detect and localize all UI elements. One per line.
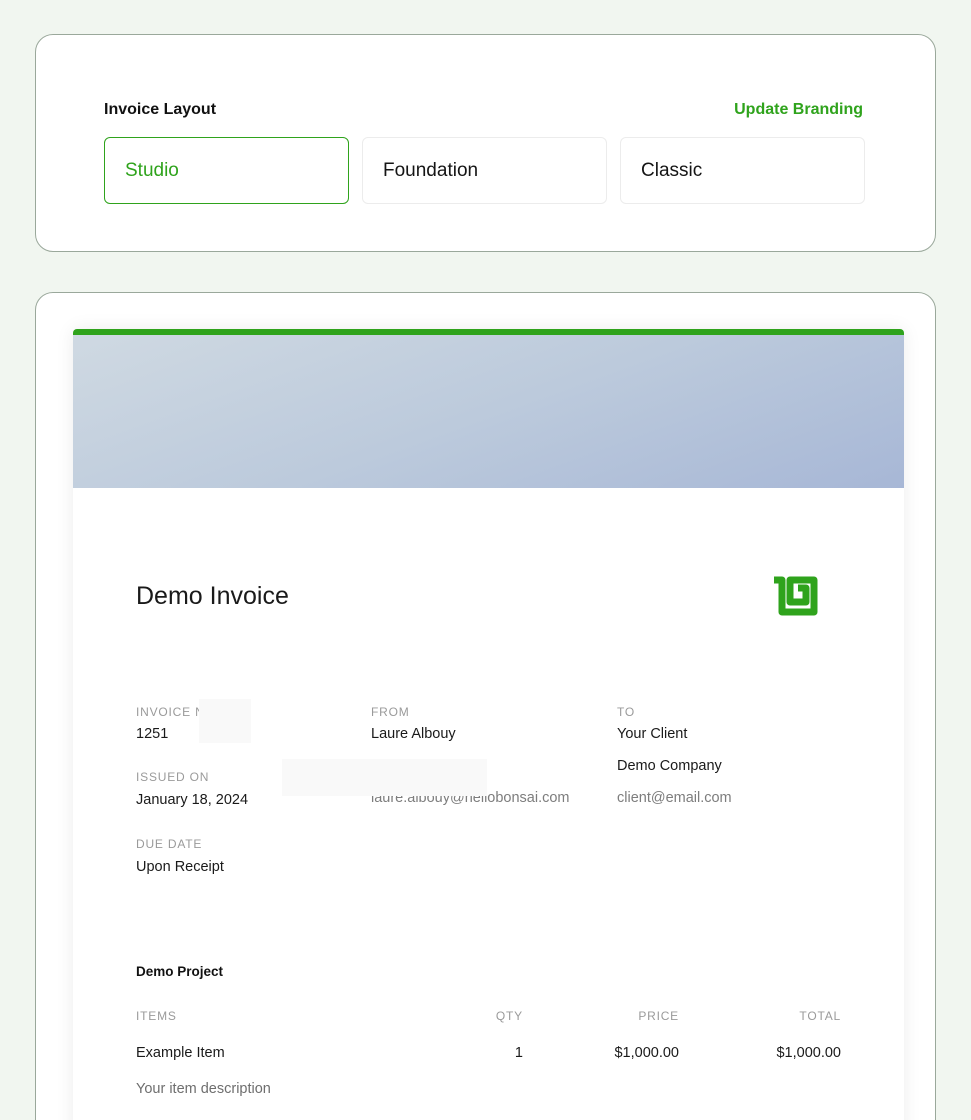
table-header-items: ITEMS [136, 1009, 177, 1023]
to-company: Demo Company [617, 758, 722, 774]
table-cell-price: $1,000.00 [614, 1045, 679, 1061]
table-header-total: TOTAL [799, 1009, 841, 1023]
issued-on-label: ISSUED ON [136, 770, 210, 784]
due-date-label: DUE DATE [136, 837, 203, 851]
redaction-box [199, 699, 251, 743]
bonsai-logo-icon [774, 576, 818, 616]
invoice-document: Demo Invoice INVOICE N 1251 ISSUED ON Ja… [73, 329, 904, 1120]
to-label: TO [617, 705, 636, 719]
invoice-number-value: 1251 [136, 726, 169, 742]
invoice-title: Demo Invoice [136, 582, 289, 610]
issued-on-value: January 18, 2024 [136, 792, 249, 808]
redaction-box [282, 759, 487, 796]
invoice-preview-card: Demo Invoice INVOICE N 1251 ISSUED ON Ja… [35, 292, 936, 1120]
table-header-qty: QTY [495, 1009, 523, 1023]
update-branding-link[interactable]: Update Branding [734, 101, 863, 119]
invoice-number-label: INVOICE N [136, 705, 205, 719]
due-date-value: Upon Receipt [136, 859, 224, 875]
table-cell-qty: 1 [514, 1045, 523, 1061]
to-email: client@email.com [617, 790, 732, 806]
table-cell-item-description: Your item description [136, 1081, 271, 1097]
invoice-layout-heading: Invoice Layout [104, 101, 217, 118]
invoice-banner [73, 335, 904, 488]
layout-option-studio[interactable]: Studio [104, 137, 349, 204]
from-name: Laure Albouy [371, 726, 456, 742]
table-cell-total: $1,000.00 [776, 1045, 841, 1061]
layout-option-classic[interactable]: Classic [620, 137, 865, 204]
from-label: FROM [371, 705, 410, 719]
table-header-price: PRICE [638, 1009, 679, 1023]
project-title: Demo Project [136, 964, 224, 979]
invoice-layout-card: Invoice Layout Update Branding Studio Fo… [35, 34, 936, 252]
table-cell-item: Example Item [136, 1045, 225, 1061]
to-name: Your Client [617, 726, 688, 742]
layout-option-foundation[interactable]: Foundation [362, 137, 607, 204]
